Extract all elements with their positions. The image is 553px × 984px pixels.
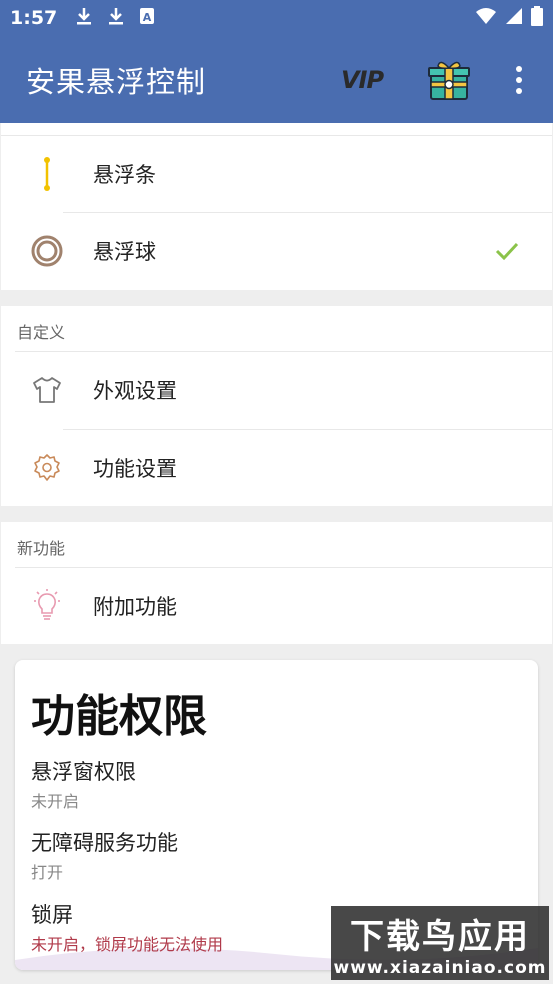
download-icon [75, 6, 93, 30]
floating-bar-icon [27, 154, 67, 194]
permission-item-status: 打开 [31, 863, 64, 882]
lightbulb-icon [27, 586, 67, 626]
app-store-icon: A [139, 7, 155, 29]
custom-section-card: 自定义 外观设置 功能设置 [1, 306, 552, 506]
vip-button[interactable]: VIP [336, 60, 388, 100]
permission-item-status: 未开启，锁屏功能无法使用 [31, 935, 224, 954]
check-icon [491, 235, 523, 267]
watermark-sub: www.xiazainiao.com [333, 957, 547, 978]
mode-item-floating-ball[interactable]: 悬浮球 [1, 213, 552, 289]
section-header: 新功能 [17, 539, 66, 558]
battery-icon [531, 6, 543, 30]
mode-item-floating-bar[interactable]: 悬浮条 [1, 136, 552, 212]
permissions-title: 功能权限 [31, 691, 207, 742]
app-bar: 安果悬浮控制 VIP [0, 36, 553, 123]
download-icon [107, 6, 125, 30]
signal-icon [505, 7, 523, 29]
wifi-icon [475, 7, 497, 29]
status-time: 1:57 [10, 7, 58, 29]
menu-item-extra-functions[interactable]: 附加功能 [1, 568, 552, 644]
permission-item-title[interactable]: 悬浮窗权限 [31, 756, 136, 786]
gift-icon[interactable] [426, 58, 472, 102]
mode-list-card: 悬浮条 悬浮球 [1, 123, 552, 290]
menu-item-function-settings[interactable]: 功能设置 [1, 430, 552, 506]
status-right-icons [475, 6, 543, 30]
gear-icon [27, 448, 67, 488]
more-vert-icon[interactable] [506, 58, 532, 102]
section-header: 自定义 [17, 323, 66, 342]
svg-text:A: A [143, 11, 152, 24]
tshirt-icon [27, 370, 67, 410]
status-bar: 1:57 A [0, 0, 553, 36]
permission-item-status: 未开启 [31, 792, 80, 811]
new-section-card: 新功能 附加功能 [1, 522, 552, 644]
app-title: 安果悬浮控制 [26, 64, 207, 99]
watermark-main: 下载鸟应用 [350, 916, 530, 957]
menu-item-label: 外观设置 [93, 379, 177, 403]
mode-item-label: 悬浮条 [93, 163, 156, 187]
watermark: 下载鸟应用 www.xiazainiao.com [331, 906, 549, 980]
menu-item-appearance[interactable]: 外观设置 [1, 352, 552, 428]
menu-item-label: 功能设置 [93, 457, 177, 481]
menu-item-label: 附加功能 [93, 595, 177, 619]
permission-item-title[interactable]: 无障碍服务功能 [31, 827, 178, 857]
floating-ball-icon [27, 231, 67, 271]
mode-item-label: 悬浮球 [93, 240, 156, 264]
status-left-icons: A [75, 6, 155, 30]
permission-item-title[interactable]: 锁屏 [31, 899, 73, 929]
vip-label: VIP [340, 66, 384, 94]
